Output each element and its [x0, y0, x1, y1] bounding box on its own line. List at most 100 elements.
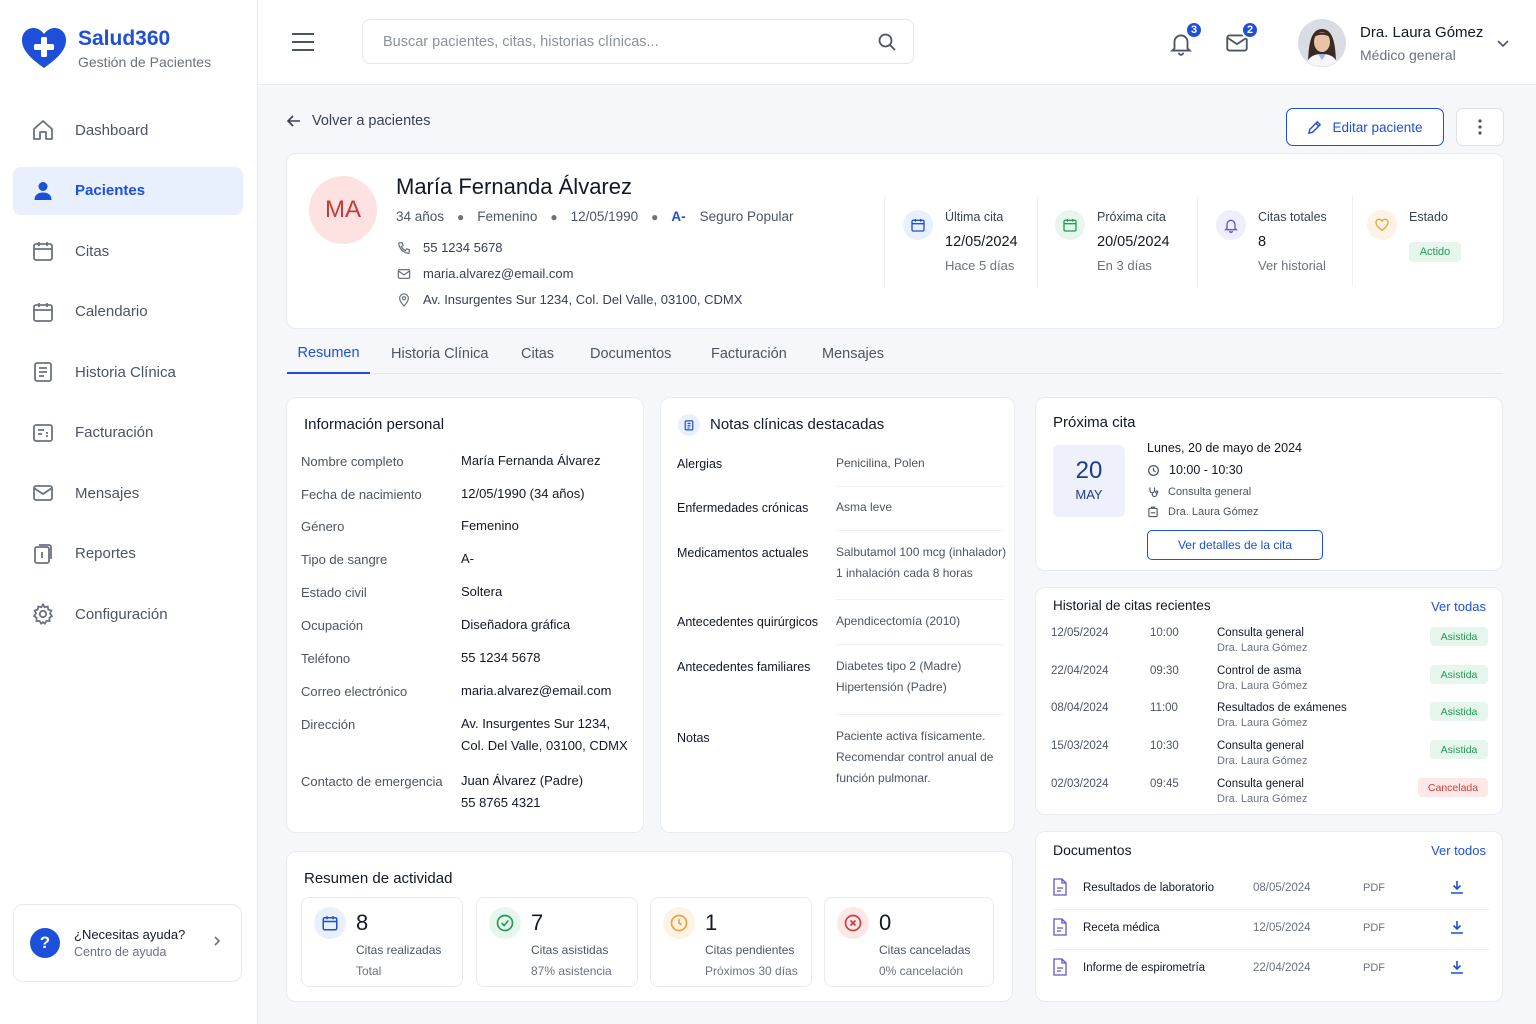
view-appointment-details-button[interactable]: Ver detalles de la cita	[1147, 530, 1323, 560]
sidebar-item-configuracion[interactable]: Configuración	[13, 590, 243, 638]
info-label: Dirección	[301, 717, 356, 732]
list-item[interactable]: Receta médica 12/05/2024 PDF	[1053, 910, 1490, 950]
document-icon	[34, 362, 52, 382]
note-value: Diabetes tipo 2 (Madre)	[836, 659, 962, 673]
activity-sublabel: 0% cancelación	[879, 964, 964, 978]
clinical-notes-card: Notas clínicas destacadas Alergias Penic…	[660, 397, 1015, 833]
sidebar-item-calendario[interactable]: Calendario	[13, 288, 243, 336]
download-icon[interactable]	[1449, 879, 1465, 895]
table-row[interactable]: 12/05/2024 10:00 Consulta general Dra. L…	[1051, 621, 1488, 659]
info-value: 12/05/1990 (34 años)	[461, 486, 585, 501]
info-value: María Fernanda Álvarez	[461, 453, 601, 468]
sidebar-item-mensajes[interactable]: Mensajes	[13, 469, 243, 517]
bell-icon	[1216, 210, 1246, 240]
stat-label: Próxima cita	[1097, 210, 1166, 224]
calendar-icon	[1055, 210, 1085, 240]
tab-facturacion[interactable]: Facturación	[711, 336, 787, 374]
history-date: 15/03/2024	[1051, 740, 1109, 752]
patient-email: maria.alvarez@email.com	[423, 266, 574, 281]
view-all-appointments-link[interactable]: Ver todas	[1431, 599, 1486, 614]
history-date: 08/04/2024	[1051, 702, 1109, 714]
tab-resumen[interactable]: Resumen	[287, 336, 370, 374]
activity-pending: 1 Citas pendientes Próximos 30 días	[650, 897, 812, 987]
activity-sublabel: 87% asistencia	[531, 964, 612, 978]
activity-number: 7	[531, 910, 544, 935]
user-menu[interactable]: Dra. Laura Gómez Médico general	[1298, 18, 1511, 68]
table-row[interactable]: 02/03/2024 09:45 Consulta general Dra. L…	[1051, 772, 1488, 810]
divider	[1037, 196, 1038, 286]
list-item[interactable]: Informe de espirometría 22/04/2024 PDF	[1053, 950, 1490, 990]
info-value: A-	[461, 551, 474, 566]
info-label: Estado civil	[301, 585, 367, 600]
user-name: Dra. Laura Gómez	[1360, 23, 1484, 41]
sidebar-nav: Dashboard Pacientes Citas Calendario His…	[13, 106, 243, 651]
sidebar-item-reportes[interactable]: Reportes	[13, 530, 243, 578]
sidebar-item-label: Configuración	[75, 605, 168, 623]
edit-patient-button[interactable]: Editar paciente	[1286, 108, 1444, 146]
table-row[interactable]: 15/03/2024 10:30 Consulta general Dra. L…	[1051, 734, 1488, 772]
sidebar-item-label: Historia Clínica	[75, 363, 176, 381]
tab-historia-clinica[interactable]: Historia Clínica	[391, 336, 489, 374]
divider	[836, 599, 1004, 600]
note-value: Salbutamol 100 mcg (inhalador)	[836, 545, 1007, 559]
sidebar-item-citas[interactable]: Citas	[13, 227, 243, 275]
gear-icon	[32, 602, 54, 625]
help-card[interactable]: ? ¿Necesitas ayuda? Centro de ayuda	[13, 904, 242, 982]
sidebar: Salud360 Gestión de Pacientes Dashboard …	[0, 0, 258, 1024]
card-title: Información personal	[304, 416, 445, 433]
tab-citas[interactable]: Citas	[521, 336, 554, 374]
info-label: Género	[301, 519, 345, 534]
search-input[interactable]	[363, 20, 853, 63]
sidebar-item-facturacion[interactable]: Facturación	[13, 409, 243, 457]
status-badge: Asistida	[1430, 740, 1488, 759]
sidebar-item-label: Pacientes	[75, 182, 146, 199]
activity-number: 1	[705, 910, 718, 935]
patient-age: 34 años	[396, 209, 445, 224]
search-icon[interactable]	[877, 32, 897, 52]
list-item[interactable]: Resultados de laboratorio 08/05/2024 PDF	[1053, 870, 1490, 910]
sidebar-item-historia-clinica[interactable]: Historia Clínica	[13, 348, 243, 396]
info-value: Juan Álvarez (Padre)	[461, 773, 584, 788]
sidebar-item-label: Calendario	[75, 303, 148, 320]
separator-dot: ●	[550, 209, 558, 224]
patient-name: María Fernanda Álvarez	[396, 174, 632, 199]
note-value: Hipertensión (Padre)	[836, 680, 947, 694]
separator-dot: ●	[457, 209, 465, 224]
table-row[interactable]: 22/04/2024 09:30 Control de asma Dra. La…	[1051, 659, 1488, 697]
history-doctor: Dra. Laura Gómez	[1217, 717, 1308, 729]
divider	[836, 644, 1004, 645]
activity-total: 8 Citas realizadas Total	[301, 897, 463, 987]
invoice-icon	[33, 423, 53, 442]
download-icon[interactable]	[1449, 959, 1465, 975]
view-all-documents-link[interactable]: Ver todos	[1431, 843, 1486, 858]
appointment-weekday: Lunes,	[1147, 441, 1185, 455]
note-label: Antecedentes quirúrgicos	[677, 615, 819, 629]
notifications-button[interactable]: 3	[1168, 21, 1203, 56]
view-history-link[interactable]: Ver historial	[1258, 258, 1326, 273]
document-type: PDF	[1363, 962, 1385, 974]
sidebar-item-dashboard[interactable]: Dashboard	[13, 106, 243, 154]
clock-icon	[1148, 464, 1159, 476]
messages-button[interactable]: 2	[1224, 21, 1259, 56]
status-badge: Asistida	[1430, 627, 1488, 646]
brand[interactable]: Salud360 Gestión de Pacientes	[20, 24, 211, 72]
clipboard-icon	[678, 414, 700, 436]
personal-info-card: Información personal Nombre completo Mar…	[286, 397, 644, 833]
tab-mensajes[interactable]: Mensajes	[822, 336, 884, 374]
divider	[1352, 196, 1353, 286]
download-icon[interactable]	[1449, 919, 1465, 935]
stat-value: 12/05/2024	[945, 234, 1018, 250]
sidebar-item-label: Facturación	[75, 424, 154, 441]
history-time: 09:45	[1150, 778, 1179, 790]
table-row[interactable]: 08/04/2024 11:00 Resultados de exámenes …	[1051, 696, 1488, 734]
appointment-date-line: Lunes, 20 de mayo de 2024	[1147, 441, 1302, 455]
divider	[1197, 196, 1198, 286]
more-options-button[interactable]	[1456, 108, 1504, 146]
tab-documentos[interactable]: Documentos	[590, 336, 671, 374]
patient-address: Av. Insurgentes Sur 1234, Col. Del Valle…	[423, 292, 743, 307]
sidebar-item-pacientes[interactable]: Pacientes	[13, 166, 243, 215]
menu-icon[interactable]	[290, 30, 316, 54]
back-to-patients-link[interactable]: Volver a pacientes	[286, 113, 431, 129]
note-value: Asma leve	[836, 500, 893, 514]
info-value: Col. Del Valle, 03100, CDMX	[461, 738, 628, 753]
